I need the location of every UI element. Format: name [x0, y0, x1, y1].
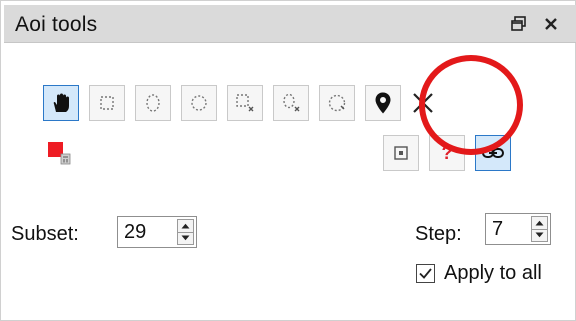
help-button[interactable]: ?	[429, 135, 465, 171]
float-button[interactable]	[506, 11, 532, 37]
center-point-button[interactable]	[383, 135, 419, 171]
delete-color-button[interactable]	[41, 135, 77, 171]
hand-pan-tool-button[interactable]	[43, 85, 79, 121]
step-label: Step:	[415, 223, 462, 245]
panel-title: Aoi tools	[15, 13, 98, 36]
rectangle-select-icon	[100, 96, 114, 110]
step-up-arrow[interactable]	[532, 217, 547, 229]
step-value[interactable]: 7	[492, 218, 503, 241]
x-icon	[413, 93, 433, 113]
red-square-delete-icon	[48, 142, 71, 165]
title-bar[interactable]: Aoi tools	[4, 5, 576, 43]
subset-down-arrow[interactable]	[178, 232, 193, 244]
rectangle-subtract-icon	[236, 94, 254, 112]
close-button[interactable]	[538, 11, 564, 37]
subset-spinbox[interactable]: 29	[117, 216, 197, 248]
chevron-down-icon	[535, 232, 544, 238]
question-icon: ?	[442, 143, 453, 163]
map-pin-tool-button[interactable]	[365, 85, 401, 121]
apply-to-all-label[interactable]: Apply to all	[444, 262, 542, 285]
chevron-down-icon	[181, 235, 190, 241]
aoi-tools-panel: Aoi tools ? Subset: 29 Step: 7 Apply to …	[0, 0, 576, 321]
svg-text:?: ?	[442, 143, 453, 163]
chevron-up-icon	[181, 223, 190, 229]
map-pin-icon	[375, 92, 391, 114]
center-point-icon	[394, 146, 408, 160]
link-icon	[482, 148, 504, 158]
polygon-select-tool-button[interactable]	[319, 85, 355, 121]
link-toggle-button[interactable]	[475, 135, 511, 171]
chevron-up-icon	[535, 220, 544, 226]
subset-up-arrow[interactable]	[178, 220, 193, 232]
ellipse-subtract-icon	[283, 93, 300, 112]
float-window-icon	[511, 16, 526, 31]
step-stepper[interactable]	[531, 216, 548, 242]
ellipse-select-icon	[146, 94, 160, 112]
subset-label: Subset:	[11, 223, 79, 245]
circle-select-tool-button[interactable]	[181, 85, 217, 121]
rectangle-select-tool-button[interactable]	[89, 85, 125, 121]
close-icon	[545, 18, 557, 30]
subset-stepper[interactable]	[177, 219, 194, 245]
delete-tool-button[interactable]	[405, 85, 441, 121]
checkmark-icon	[419, 268, 432, 279]
circle-select-icon	[191, 95, 207, 111]
polygon-select-icon	[328, 94, 346, 112]
rectangle-subtract-tool-button[interactable]	[227, 85, 263, 121]
ellipse-subtract-tool-button[interactable]	[273, 85, 309, 121]
step-down-arrow[interactable]	[532, 229, 547, 241]
hand-pan-icon	[53, 93, 69, 112]
ellipse-select-tool-button[interactable]	[135, 85, 171, 121]
step-spinbox[interactable]: 7	[485, 213, 551, 245]
apply-to-all-checkbox[interactable]	[416, 264, 435, 283]
subset-value[interactable]: 29	[124, 221, 146, 244]
